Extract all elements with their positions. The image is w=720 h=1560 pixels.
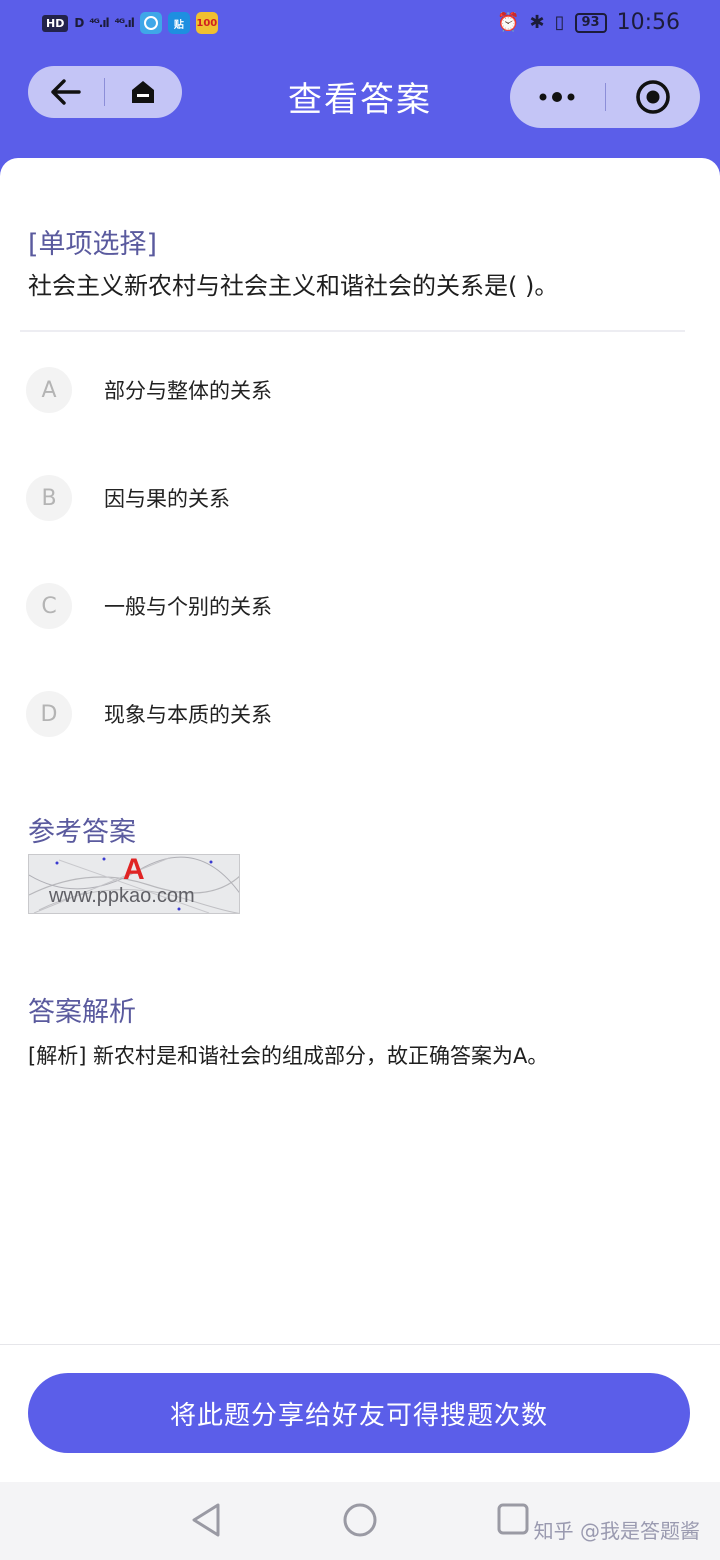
answer-image-watermark: www.ppkao.com: [49, 885, 195, 907]
bluetooth-icon: ✱: [529, 12, 545, 33]
signal-icon-2: ⁴ᴳ.ıl: [114, 16, 135, 30]
option-b[interactable]: B 因与果的关系: [26, 474, 230, 522]
option-a[interactable]: A 部分与整体的关系: [26, 366, 272, 414]
nav-recents-button[interactable]: [496, 1502, 530, 1540]
option-text: 部分与整体的关系: [104, 379, 272, 403]
menu-capsule: [510, 66, 700, 128]
answer-section-title: 参考答案: [28, 817, 136, 848]
clock-time: 10:56: [616, 10, 680, 35]
question-text: 社会主义新农村与社会主义和谐社会的关系是( )。: [28, 272, 559, 300]
analysis-text: [解析] 新农村是和谐社会的组成部分，故正确答案为A。: [28, 1044, 549, 1068]
option-c[interactable]: C 一般与个别的关系: [26, 582, 272, 630]
answer-image: A www.ppkao.com: [28, 854, 240, 914]
status-right: ⏰ ✱ ▯ 93 10:56: [497, 10, 680, 35]
zhihu-watermark: 知乎 @我是答题酱: [533, 1519, 700, 1543]
square-recents-icon: [497, 1503, 529, 1535]
close-miniprogram-button[interactable]: [606, 66, 701, 128]
question-divider: [20, 330, 685, 332]
app-100-icon: 100: [195, 12, 218, 34]
nav-home-button[interactable]: [342, 1502, 378, 1542]
analysis-section-title: 答案解析: [28, 997, 136, 1028]
share-button[interactable]: 将此题分享给好友可得搜题次数: [28, 1373, 690, 1453]
more-dots-icon: [539, 92, 575, 102]
target-circle-icon: [635, 80, 670, 114]
alarm-icon: ⏰: [497, 12, 520, 33]
status-left: HD D ⁴ᴳ.ıl ⁴ᴳ.ıl 贴 100: [42, 12, 218, 34]
answer-image-letter: A: [123, 854, 145, 886]
battery-indicator: 93: [574, 12, 607, 33]
app-notification-icon: [139, 12, 162, 34]
triangle-back-icon: [192, 1503, 220, 1537]
content-card: [0, 158, 720, 1344]
question-type-label: [单项选择]: [28, 229, 158, 260]
tieba-app-icon: 贴: [167, 12, 190, 34]
vibrate-icon: ▯: [554, 12, 565, 33]
nav-back-button[interactable]: [190, 1502, 222, 1542]
option-text: 现象与本质的关系: [104, 703, 272, 727]
more-button[interactable]: [510, 66, 605, 128]
option-letter: A: [26, 367, 72, 413]
signal-icon-1: ⁴ᴳ.ıl: [89, 16, 109, 30]
option-text: 因与果的关系: [104, 487, 230, 511]
option-letter: D: [26, 691, 72, 737]
option-d[interactable]: D 现象与本质的关系: [26, 690, 272, 738]
option-text: 一般与个别的关系: [104, 595, 272, 619]
hd-badge: HD: [42, 14, 69, 32]
option-letter: B: [26, 475, 72, 521]
option-letter: C: [26, 583, 72, 629]
hd-sub: D: [74, 16, 84, 30]
status-bar: HD D ⁴ᴳ.ıl ⁴ᴳ.ıl 贴 100 ⏰ ✱ ▯ 93 10:56: [0, 0, 720, 52]
circle-home-icon: [343, 1503, 377, 1537]
